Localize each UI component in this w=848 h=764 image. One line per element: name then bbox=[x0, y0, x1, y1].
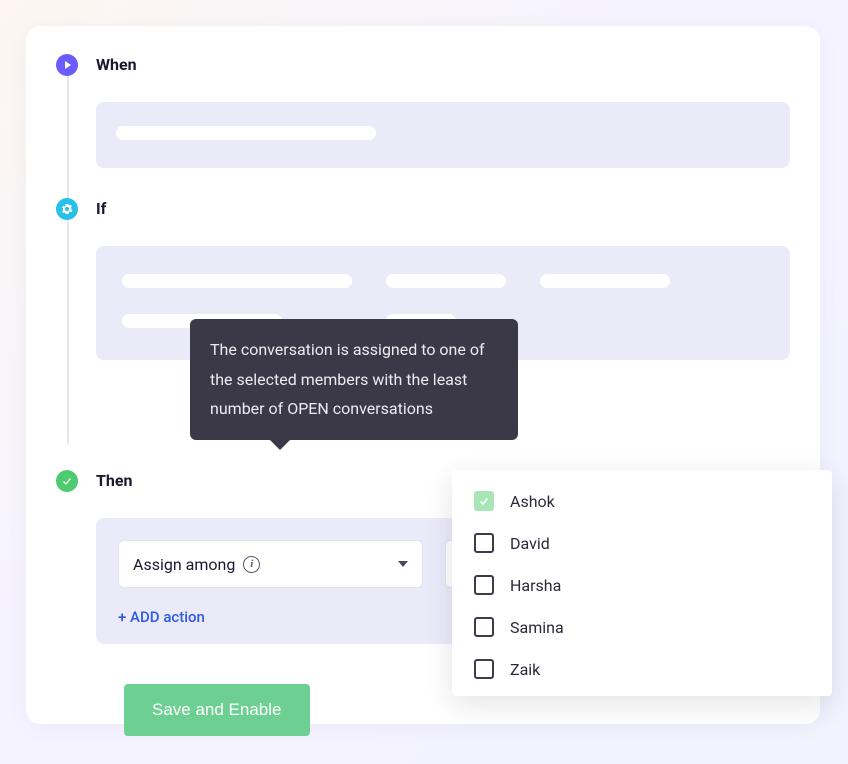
when-condition-placeholder[interactable] bbox=[96, 102, 790, 168]
step-when-label: When bbox=[96, 54, 156, 74]
gear-icon bbox=[56, 198, 78, 220]
dropdown-option[interactable]: Ashok bbox=[452, 480, 832, 522]
assign-among-tooltip: The conversation is assigned to one of t… bbox=[190, 319, 518, 440]
checkbox-icon[interactable] bbox=[474, 533, 494, 553]
dropdown-option[interactable]: Samina bbox=[452, 606, 832, 648]
save-enable-button[interactable]: Save and Enable bbox=[124, 684, 310, 736]
dropdown-option[interactable]: Zaik bbox=[452, 648, 832, 690]
dropdown-option-label: Zaik bbox=[510, 660, 540, 679]
add-action-link[interactable]: + ADD action bbox=[118, 608, 205, 626]
dropdown-option-label: Ashok bbox=[510, 492, 555, 511]
step-if-label: If bbox=[96, 198, 156, 218]
dropdown-option[interactable]: Harsha bbox=[452, 564, 832, 606]
checkbox-icon[interactable] bbox=[474, 575, 494, 595]
checkbox-icon[interactable] bbox=[474, 659, 494, 679]
step-if: If bbox=[56, 198, 790, 220]
check-circle-icon bbox=[56, 470, 78, 492]
member-dropdown: Ashok David Harsha Samina Zaik bbox=[452, 470, 832, 696]
chevron-down-icon bbox=[398, 561, 408, 567]
dropdown-option-label: Samina bbox=[510, 618, 564, 637]
tooltip-text: The conversation is assigned to one of t… bbox=[210, 340, 485, 418]
step-then-label: Then bbox=[96, 470, 156, 490]
dropdown-option-label: David bbox=[510, 534, 550, 553]
action-type-select[interactable]: Assign among i bbox=[118, 540, 423, 588]
action-type-label: Assign among bbox=[133, 555, 235, 574]
step-when: When bbox=[56, 54, 790, 76]
checkbox-checked-icon[interactable] bbox=[474, 491, 494, 511]
dropdown-option[interactable]: David bbox=[452, 522, 832, 564]
dropdown-option-label: Harsha bbox=[510, 576, 561, 595]
timeline-line bbox=[67, 74, 69, 444]
checkbox-icon[interactable] bbox=[474, 617, 494, 637]
info-icon[interactable]: i bbox=[243, 556, 260, 573]
play-icon bbox=[56, 54, 78, 76]
